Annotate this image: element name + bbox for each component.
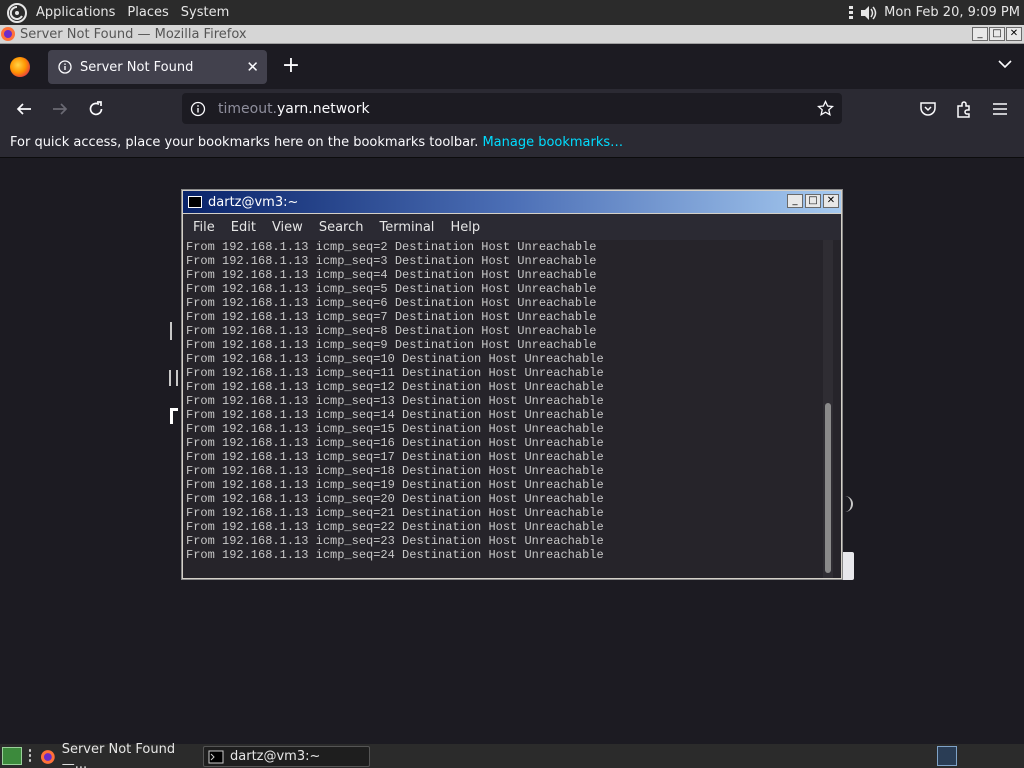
list-all-tabs-chevron-down-icon[interactable] [998,59,1012,69]
tab-label: Server Not Found [80,59,194,75]
terminal-line: From 192.168.1.13 icmp_seq=12 Destinatio… [186,380,604,394]
terminal-line: From 192.168.1.13 icmp_seq=16 Destinatio… [186,436,604,450]
terminal-menu-file[interactable]: File [183,220,223,235]
taskbar-firefox[interactable]: Server Not Found —... [36,742,202,768]
terminal-title: dartz@vm3:~ [208,194,299,210]
terminal-lines: From 192.168.1.13 icmp_seq=2 Destination… [186,240,604,562]
terminal-minimize-button[interactable]: _ [787,194,803,208]
terminal-app-icon [188,196,202,208]
bottom-panel: Server Not Found —... dartz@vm3:~ [0,742,1024,768]
bookmarks-toolbar: For quick access, place your bookmarks h… [0,128,1024,158]
url-bar[interactable]: timeout. yarn.network [182,93,842,124]
navigation-toolbar: timeout. yarn.network [0,89,1024,128]
menu-applications[interactable]: Applications [30,0,121,25]
terminal-menu-search[interactable]: Search [311,220,372,235]
terminal-line: From 192.168.1.13 icmp_seq=5 Destination… [186,282,597,296]
terminal-line: From 192.168.1.13 icmp_seq=8 Destination… [186,324,597,338]
bookmarks-hint: For quick access, place your bookmarks h… [10,135,479,150]
reload-icon[interactable] [86,99,106,119]
maximize-button[interactable]: □ [989,27,1005,41]
terminal-menubar: File Edit View Search Terminal Help [183,214,841,240]
terminal-line: From 192.168.1.13 icmp_seq=18 Destinatio… [186,464,604,478]
workspace-switcher[interactable] [937,746,957,766]
terminal-menu-help[interactable]: Help [442,220,488,235]
clock[interactable]: Mon Feb 20, 9:09 PM [884,5,1020,20]
page-text-fragment-bold [170,408,178,424]
panel-grip-icon[interactable] [28,748,32,764]
firefox-window-icon [1,27,15,41]
tab-strip: Server Not Found ✕ + [0,45,1024,89]
terminal-line: From 192.168.1.13 icmp_seq=2 Destination… [186,240,597,254]
terminal-line: From 192.168.1.13 icmp_seq=4 Destination… [186,268,597,282]
terminal-maximize-button[interactable]: □ [805,194,821,208]
terminal-line: From 192.168.1.13 icmp_seq=23 Destinatio… [186,534,604,548]
terminal-line: From 192.168.1.13 icmp_seq=15 Destinatio… [186,422,604,436]
bookmark-star-icon[interactable] [817,100,834,117]
page-text-fragment-right [843,496,853,512]
info-circle-icon [58,60,72,74]
terminal-line: From 192.168.1.13 icmp_seq=7 Destination… [186,310,597,324]
debian-logo-icon[interactable] [6,2,28,24]
terminal-line: From 192.168.1.13 icmp_seq=6 Destination… [186,296,597,310]
terminal-window[interactable]: dartz@vm3:~ _ □ ✕ File Edit View Search … [181,189,843,580]
back-arrow-icon[interactable] [14,99,34,119]
firefox-titlebar[interactable]: Server Not Found — Mozilla Firefox _ □ ✕ [0,25,1024,44]
terminal-menu-view[interactable]: View [264,220,311,235]
terminal-task-icon [208,750,224,763]
taskbar-terminal-label: dartz@vm3:~ [230,749,321,764]
tab-server-not-found[interactable]: Server Not Found ✕ [48,50,267,84]
site-info-icon[interactable] [190,101,206,117]
extensions-puzzle-icon[interactable] [954,99,974,119]
menu-system[interactable]: System [175,0,235,25]
terminal-line: From 192.168.1.13 icmp_seq=20 Destinatio… [186,492,604,506]
terminal-line: From 192.168.1.13 icmp_seq=21 Destinatio… [186,506,604,520]
firefox-view-icon[interactable] [10,57,30,77]
terminal-line: From 192.168.1.13 icmp_seq=14 Destinatio… [186,408,604,422]
page-text-fragment [169,370,178,386]
terminal-titlebar[interactable]: dartz@vm3:~ _ □ ✕ [183,191,841,213]
terminal-menu-terminal[interactable]: Terminal [371,220,442,235]
terminal-line: From 192.168.1.13 icmp_seq=17 Destinatio… [186,450,604,464]
minimize-button[interactable]: _ [972,27,988,41]
close-button[interactable]: ✕ [1006,27,1022,41]
firefox-task-icon [40,749,55,764]
manage-bookmarks-link[interactable]: Manage bookmarks… [482,135,623,150]
show-desktop-icon[interactable] [2,747,22,765]
pocket-icon[interactable] [918,99,938,119]
tray-handle-icon[interactable] [848,5,854,21]
menu-places[interactable]: Places [121,0,174,25]
terminal-line: From 192.168.1.13 icmp_seq=10 Destinatio… [186,352,604,366]
terminal-scrollbar-thumb[interactable] [825,403,831,573]
terminal-line: From 192.168.1.13 icmp_seq=13 Destinatio… [186,394,604,408]
window-title: Server Not Found — Mozilla Firefox [20,26,247,42]
tab-close-icon[interactable]: ✕ [246,58,259,76]
url-subdomain: timeout. [218,100,278,117]
terminal-line: From 192.168.1.13 icmp_seq=22 Destinatio… [186,520,604,534]
terminal-menu-edit[interactable]: Edit [223,220,264,235]
taskbar-firefox-label: Server Not Found —... [61,741,176,768]
page-heading-fragment [170,322,172,340]
terminal-line: From 192.168.1.13 icmp_seq=3 Destination… [186,254,597,268]
terminal-output[interactable]: From 192.168.1.13 icmp_seq=2 Destination… [183,240,841,578]
top-panel: Applications Places System Mon Feb 20, 9… [0,0,1024,25]
terminal-line: From 192.168.1.13 icmp_seq=24 Destinatio… [186,548,604,562]
terminal-close-button[interactable]: ✕ [823,194,839,208]
url-host: yarn.network [277,100,370,117]
taskbar-terminal[interactable]: dartz@vm3:~ [203,746,370,767]
new-tab-button[interactable]: + [280,55,302,77]
terminal-line: From 192.168.1.13 icmp_seq=19 Destinatio… [186,478,604,492]
forward-arrow-icon[interactable] [50,99,70,119]
hamburger-menu-icon[interactable] [990,99,1010,119]
volume-icon[interactable] [860,5,878,21]
terminal-line: From 192.168.1.13 icmp_seq=9 Destination… [186,338,597,352]
terminal-scrollbar[interactable] [823,240,833,578]
terminal-line: From 192.168.1.13 icmp_seq=11 Destinatio… [186,366,604,380]
system-tray: Mon Feb 20, 9:09 PM [848,0,1020,25]
